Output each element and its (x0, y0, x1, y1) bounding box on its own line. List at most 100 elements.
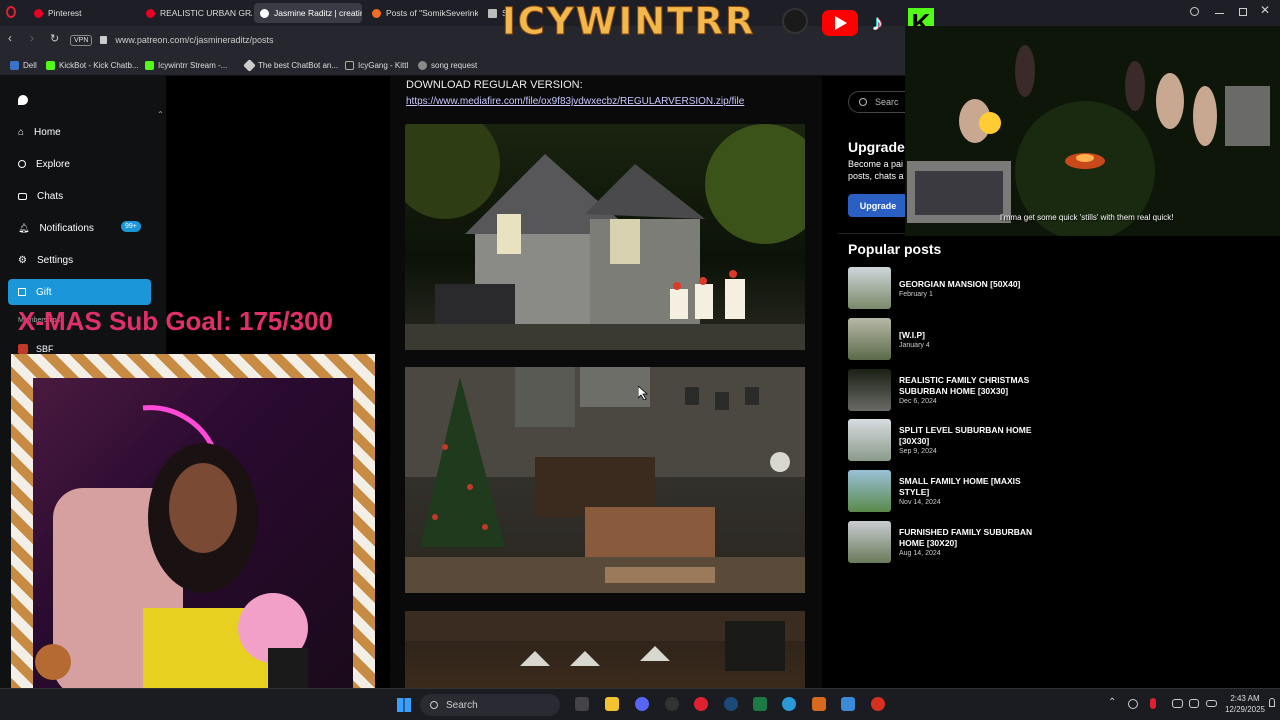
collapse-icon[interactable]: ⌃ (157, 110, 164, 119)
close-icon[interactable]: ✕ (1260, 3, 1270, 17)
sidebar-item-settings[interactable]: ⚙ Settings (8, 247, 151, 273)
sidebar-item-home[interactable]: ⌂ Home (8, 119, 151, 145)
webcam-person-illustration (53, 405, 308, 696)
bookmark-song-request[interactable]: song request (418, 58, 477, 72)
post-thumbnail (848, 318, 891, 360)
living-room-illustration (405, 367, 805, 593)
sub-goal-text: X-MAS Sub Goal: 175/300 (18, 306, 333, 336)
webcam-frame (11, 354, 375, 720)
youtube-play-icon (835, 16, 847, 30)
chatbot-icon (243, 58, 256, 72)
tab-realistic-urban[interactable]: REALISTIC URBAN GRAND (140, 3, 252, 23)
reload-icon[interactable]: ↻ (50, 32, 59, 45)
tiktok-icon: ♪ (872, 10, 883, 35)
patreon-icon (260, 8, 269, 18)
sidebar-item-chats[interactable]: Chats (8, 183, 151, 209)
file-explorer-icon[interactable] (605, 697, 619, 711)
upgrade-text-line-2: posts, chats a (848, 171, 904, 181)
kitchen-illustration (405, 611, 805, 671)
upgrade-title: Upgrade (848, 139, 905, 155)
post-thumbnail (848, 470, 891, 512)
grid-icon (488, 8, 497, 18)
minimize-icon[interactable] (1215, 13, 1224, 14)
url-field[interactable]: VPN www.patreon.com/c/jasmineraditz/post… (70, 30, 500, 50)
bookmark-kickbot[interactable]: KickBot - Kick Chatb... (46, 58, 139, 72)
maximize-icon[interactable] (1239, 8, 1247, 16)
obs-icon[interactable] (665, 697, 679, 711)
bookmark-chatbot[interactable]: The best ChatBot an... (243, 58, 338, 72)
popular-posts-heading: Popular posts (848, 241, 942, 257)
sidebar-item-sbf[interactable]: SBF (18, 344, 54, 354)
clock-date[interactable]: 12/29/2025 (1224, 705, 1266, 714)
site-icon (372, 8, 381, 18)
upgrade-button[interactable]: Upgrade (848, 194, 908, 217)
chat-icon (18, 192, 27, 200)
post-image-house-exterior[interactable] (405, 124, 805, 350)
tab-posts-somik[interactable]: Posts of "SomikSeverinka" (366, 3, 478, 23)
app-icon[interactable] (812, 697, 826, 711)
channel-title: ICYWINTRR (501, 0, 756, 44)
excel-icon[interactable] (753, 697, 767, 711)
post-thumbnail (848, 267, 891, 309)
post-thumbnail (848, 521, 891, 563)
search-icon (18, 160, 26, 168)
windows-taskbar: Search ⌃ 2:43 AM 12/29/2025 (0, 688, 1280, 720)
microphone-icon[interactable] (1150, 698, 1156, 709)
network-icon[interactable] (1128, 699, 1138, 709)
home-icon: ⌂ (18, 126, 25, 138)
sidebar-item-explore[interactable]: Explore (8, 151, 151, 177)
back-icon[interactable]: ‹ (8, 31, 12, 45)
bell-icon: 🔔︎ (18, 222, 30, 233)
post-thumbnail (848, 369, 891, 411)
gingerbread-icon (35, 644, 71, 680)
notification-bell-icon[interactable] (1269, 698, 1275, 707)
taskbar-search[interactable]: Search (420, 694, 560, 716)
game-capture: I'mma get some quick 'stills' with them … (905, 26, 1280, 236)
tab-pinterest[interactable]: Pinterest (28, 3, 136, 23)
wifi-icon[interactable] (1172, 699, 1183, 708)
post-image-living-room[interactable] (405, 367, 805, 593)
opera-icon[interactable] (694, 697, 708, 711)
search-tabs-icon[interactable] (1190, 7, 1199, 16)
song-icon (418, 60, 427, 70)
download-heading: DOWNLOAD REGULAR VERSION: (406, 79, 583, 91)
popular-post-furnished-family[interactable]: FURNISHED FAMILY SUBURBAN HOME [30X20] A… (848, 521, 1148, 565)
webcam-feed (33, 378, 353, 696)
windows-start-icon[interactable] (397, 698, 411, 712)
sidebar-item-gift[interactable]: Gift (8, 279, 151, 305)
tab-jasmine-raditz[interactable]: Jasmine Raditz | creating (254, 3, 362, 23)
folder-icon (10, 60, 19, 70)
popular-post-small-family[interactable]: SMALL FAMILY HOME [MAXIS STYLE] Nov 14, … (848, 470, 1148, 514)
popular-post-georgian[interactable]: GEORGIAN MANSION [50X40] February 1 (848, 267, 1148, 311)
forward-icon[interactable]: › (30, 31, 34, 45)
vpn-badge[interactable]: VPN (70, 34, 93, 46)
task-view-icon[interactable] (575, 697, 589, 711)
stream-caption: I'mma get some quick 'stills' with them … (1000, 213, 1174, 222)
popular-post-wip[interactable]: [W.I.P] January 4 (848, 318, 1148, 362)
sidebar-item-notifications[interactable]: 🔔︎ Notifications 99+ (8, 215, 151, 241)
popular-post-christmas-home[interactable]: REALISTIC FAMILY CHRISTMAS SUBURBAN HOME… (848, 369, 1148, 413)
post-image-kitchen[interactable] (405, 611, 805, 688)
discord-icon[interactable] (635, 697, 649, 711)
mouse-cursor-icon (638, 386, 648, 400)
edge-icon[interactable] (782, 697, 796, 711)
bookmark-dell[interactable]: Dell (10, 58, 37, 72)
kick-icon (145, 60, 154, 70)
volume-icon[interactable] (1189, 699, 1199, 708)
notification-app-icon[interactable] (871, 697, 885, 711)
photos-icon[interactable] (841, 697, 855, 711)
patreon-logo-icon[interactable] (18, 95, 28, 105)
upgrade-text-line-1: Become a pai (848, 159, 904, 169)
steam-icon[interactable] (724, 697, 738, 711)
popular-post-split-level[interactable]: SPLIT LEVEL SUBURBAN HOME [30X30] Sep 9,… (848, 419, 1148, 463)
clock-time[interactable]: 2:43 AM (1224, 694, 1266, 703)
kittl-icon (345, 60, 354, 70)
bookmark-icygang[interactable]: IcyGang - Kittl (345, 58, 408, 72)
pinterest-icon (34, 8, 43, 18)
opera-menu-icon[interactable] (6, 6, 16, 18)
kick-round-icon (782, 8, 808, 34)
download-link[interactable]: https://www.mediafire.com/file/ox9f83jvd… (406, 96, 744, 107)
battery-icon[interactable] (1206, 700, 1217, 707)
tray-chevron-icon[interactable]: ⌃ (1108, 697, 1116, 708)
bookmark-icywintrr[interactable]: Icywintrr Stream -... (145, 58, 227, 72)
